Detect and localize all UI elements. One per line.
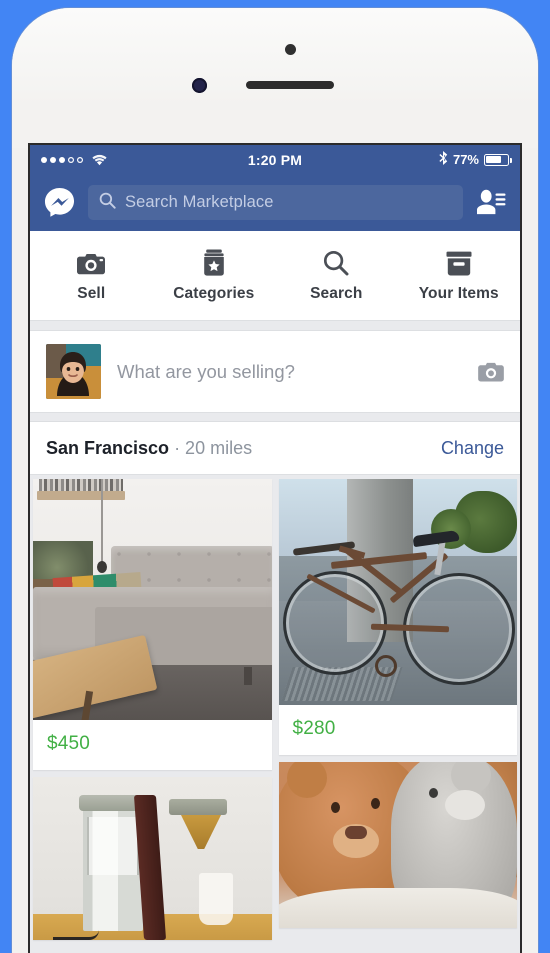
- listing-photo-bicycle: [278, 479, 517, 705]
- marketplace-feed-grid[interactable]: $450 $280: [30, 475, 520, 950]
- tab-categories-label: Categories: [173, 285, 255, 302]
- sell-composer[interactable]: What are you selling?: [30, 331, 520, 413]
- listing-card[interactable]: $450: [33, 479, 272, 770]
- section-divider: [30, 321, 520, 331]
- friend-requests-icon[interactable]: [476, 189, 506, 216]
- feed-column-left: $450: [33, 479, 272, 950]
- composer-placeholder-text: What are you selling?: [117, 360, 295, 382]
- battery-percentage: 77%: [452, 152, 479, 167]
- search-placeholder-text: Search Marketplace: [125, 193, 274, 211]
- tab-your-items[interactable]: Your Items: [398, 231, 521, 320]
- archive-box-icon: [446, 248, 472, 276]
- tab-categories[interactable]: Categories: [153, 231, 276, 320]
- app-bar: Search Marketplace: [30, 174, 520, 231]
- camera-icon[interactable]: [478, 361, 504, 383]
- listing-card[interactable]: [278, 762, 517, 928]
- avatar: [46, 344, 101, 399]
- jar-star-icon: [202, 248, 226, 276]
- proximity-sensor-icon: [285, 44, 296, 55]
- feed-column-right: $280: [278, 479, 517, 950]
- tab-search-label: Search: [310, 285, 363, 302]
- listing-photo-teddy-bears: [278, 762, 517, 928]
- listing-price: $280: [292, 718, 336, 739]
- status-bar-right-group: 77%: [439, 151, 512, 168]
- battery-icon: [484, 153, 512, 166]
- front-camera-icon: [192, 78, 207, 93]
- listing-card[interactable]: [33, 777, 272, 940]
- earpiece-speaker: [246, 81, 334, 89]
- messenger-icon[interactable]: [44, 187, 75, 218]
- location-bar: San Francisco · 20 miles Change: [30, 422, 520, 475]
- section-divider: [30, 413, 520, 422]
- location-radius: · 20 miles: [174, 437, 253, 458]
- listing-photo-sofa: [33, 479, 272, 720]
- listing-price: $450: [47, 733, 91, 754]
- phone-screen: 1:20 PM 77% Search Marketplace Sell Cate…: [28, 143, 522, 953]
- tab-sell-label: Sell: [77, 285, 106, 302]
- tab-search[interactable]: Search: [275, 231, 398, 320]
- tab-your-items-label: Your Items: [418, 285, 499, 302]
- listing-photo-coffee-maker: [33, 777, 272, 940]
- listing-card[interactable]: $280: [278, 479, 517, 755]
- location-text: San Francisco · 20 miles: [46, 438, 252, 459]
- change-location-link[interactable]: Change: [441, 438, 504, 459]
- search-input[interactable]: Search Marketplace: [88, 185, 463, 220]
- tab-sell[interactable]: Sell: [30, 231, 153, 320]
- location-city: San Francisco: [46, 437, 170, 458]
- status-bar: 1:20 PM 77%: [30, 145, 520, 174]
- phone-device-frame: 1:20 PM 77% Search Marketplace Sell Cate…: [12, 8, 538, 953]
- bluetooth-icon: [439, 151, 448, 168]
- marketplace-tab-row: Sell Categories Search Your Items: [30, 231, 520, 321]
- camera-icon: [77, 248, 106, 276]
- magnifier-icon: [323, 248, 349, 276]
- search-icon: [99, 192, 116, 214]
